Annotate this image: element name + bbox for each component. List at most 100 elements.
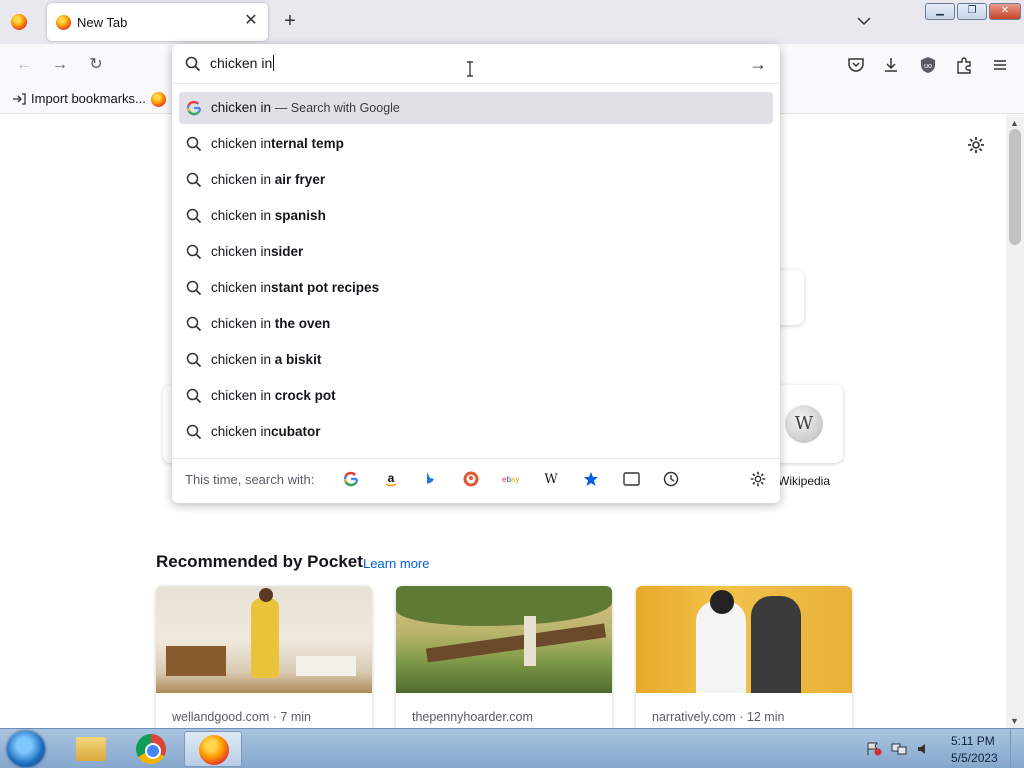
urlbar-dropdown: chicken in → chicken in — Search with Go… xyxy=(172,44,780,503)
back-button[interactable]: ← xyxy=(13,54,35,76)
chevron-down-icon[interactable] xyxy=(854,11,874,31)
duckduckgo-icon[interactable] xyxy=(461,469,481,489)
suggestion-row[interactable]: chicken in a biskit xyxy=(179,344,773,376)
search-icon xyxy=(185,56,201,72)
network-icon[interactable] xyxy=(891,742,907,756)
firefox-icon xyxy=(199,735,229,765)
suggestion-typed: chicken in xyxy=(211,208,272,223)
story-image xyxy=(636,586,852,693)
suggestion-row[interactable]: chicken insider xyxy=(179,236,773,268)
taskbar-chrome[interactable] xyxy=(122,731,180,767)
suggestion-text: chicken instant pot recipes xyxy=(211,280,379,295)
taskbar-explorer[interactable] xyxy=(60,731,118,767)
suggestion-row[interactable]: chicken in the oven xyxy=(179,308,773,340)
tab-title: New Tab xyxy=(77,15,128,30)
suggestion-row[interactable]: chicken in — Search with Google xyxy=(179,92,773,124)
amazon-icon[interactable]: a xyxy=(381,469,401,489)
address-bar[interactable]: chicken in → xyxy=(172,44,780,84)
suggestion-row[interactable]: chicken in spanish xyxy=(179,200,773,232)
pocket-story-card[interactable]: thepennyhoarder.com xyxy=(396,586,612,728)
suggestion-typed: chicken in xyxy=(211,100,272,115)
ublock-shield-icon[interactable]: uo xyxy=(916,53,940,77)
minimize-button[interactable]: ▁ xyxy=(925,3,955,20)
suggestion-row[interactable]: chicken incubator xyxy=(179,416,773,448)
google-icon[interactable] xyxy=(341,469,361,489)
suggestion-completion: crock pot xyxy=(271,388,336,403)
suggestion-text: chicken in crock pot xyxy=(211,388,336,403)
suggestion-completion: a biskit xyxy=(271,352,322,367)
personalize-gear-icon[interactable] xyxy=(966,135,986,155)
one-off-search-bar: This time, search with: a ebay W xyxy=(172,458,780,498)
folder-icon xyxy=(76,737,106,761)
extensions-icon[interactable] xyxy=(952,53,976,77)
search-icon xyxy=(186,316,202,332)
suggestion-text: chicken in a biskit xyxy=(211,352,321,367)
search-icon xyxy=(186,172,202,188)
tab-strip: New Tab ✕ + ▁ ❐ ✕ xyxy=(0,0,1024,44)
svg-text:ebay: ebay xyxy=(502,475,519,484)
pocket-story-card[interactable]: narratively.com · 12 min xyxy=(636,586,852,728)
search-icon xyxy=(186,208,202,224)
maximize-button[interactable]: ❐ xyxy=(957,3,987,20)
search-icon xyxy=(186,388,202,404)
close-window-button[interactable]: ✕ xyxy=(989,3,1021,20)
suggestion-completion: stant pot recipes xyxy=(271,280,380,295)
volume-icon[interactable] xyxy=(916,742,932,756)
start-button[interactable] xyxy=(7,731,45,767)
downloads-icon[interactable] xyxy=(879,53,903,77)
tab-new-tab[interactable]: New Tab ✕ xyxy=(47,3,268,41)
import-bookmarks-button[interactable]: Import bookmarks... xyxy=(12,91,146,106)
suggestion-row[interactable]: chicken in air fryer xyxy=(179,164,773,196)
learn-more-link[interactable]: Learn more xyxy=(363,556,429,571)
suggestion-typed: chicken in xyxy=(211,172,272,187)
suggestion-row[interactable]: chicken instant pot recipes xyxy=(179,272,773,304)
reload-button[interactable]: ↻ xyxy=(85,54,107,76)
search-settings-gear-icon[interactable] xyxy=(749,470,767,488)
google-icon xyxy=(186,100,202,116)
suggestion-text: chicken incubator xyxy=(211,424,321,439)
firefox-bookmark-icon[interactable] xyxy=(151,92,166,107)
story-source: thepennyhoarder.com xyxy=(412,710,533,724)
tab-close-icon[interactable]: ✕ xyxy=(242,12,260,30)
firefox-view-icon[interactable] xyxy=(11,14,27,30)
taskbar-firefox[interactable] xyxy=(184,731,242,767)
top-site-label: Wikipedia xyxy=(778,474,831,488)
suggestion-completion: spanish xyxy=(271,208,326,223)
scroll-thumb[interactable] xyxy=(1009,129,1021,245)
bookmarks-star-icon[interactable] xyxy=(581,469,601,489)
svg-text:a: a xyxy=(388,471,395,485)
action-center-flag-icon[interactable] xyxy=(866,742,882,756)
suggestion-text: chicken in spanish xyxy=(211,208,326,223)
go-arrow-button[interactable]: → xyxy=(748,54,768,74)
bing-icon[interactable] xyxy=(421,469,441,489)
suggestion-row[interactable]: chicken in crock pot xyxy=(179,380,773,412)
suggestion-typed: chicken in xyxy=(211,424,272,439)
suggestion-row[interactable]: chicken internal temp xyxy=(179,128,773,160)
address-input[interactable]: chicken in xyxy=(210,55,275,71)
suggestion-completion: cubator xyxy=(271,424,321,439)
text-caret xyxy=(273,55,275,71)
pocket-icon[interactable] xyxy=(844,53,868,77)
one-off-label: This time, search with: xyxy=(185,472,315,487)
scroll-down-arrow-icon[interactable]: ▼ xyxy=(1010,716,1019,726)
wikipedia-icon[interactable]: W xyxy=(541,469,561,489)
tabs-icon[interactable] xyxy=(621,469,641,489)
ebay-icon[interactable]: ebay xyxy=(501,469,521,489)
history-icon[interactable] xyxy=(661,469,681,489)
suggestion-completion: ternal temp xyxy=(271,136,344,151)
suggestion-completion: air fryer xyxy=(271,172,326,187)
page-scrollbar[interactable]: ▲ ▼ xyxy=(1006,115,1024,728)
mouse-ibeam-cursor-icon xyxy=(466,61,474,77)
scroll-up-arrow-icon[interactable]: ▲ xyxy=(1010,118,1019,128)
import-bookmarks-label: Import bookmarks... xyxy=(31,91,146,106)
pocket-story-card[interactable]: wellandgood.com · 7 min xyxy=(156,586,372,728)
forward-button[interactable]: → xyxy=(49,54,71,76)
clock-date[interactable]: 5/5/2023 xyxy=(951,751,998,765)
menu-icon[interactable] xyxy=(988,53,1012,77)
address-input-text: chicken in xyxy=(210,55,273,71)
search-icon xyxy=(186,244,202,260)
clock-time[interactable]: 5:11 PM xyxy=(951,734,995,748)
new-tab-button[interactable]: + xyxy=(279,10,301,32)
chrome-icon xyxy=(136,734,166,764)
show-desktop-button[interactable] xyxy=(1010,729,1024,768)
